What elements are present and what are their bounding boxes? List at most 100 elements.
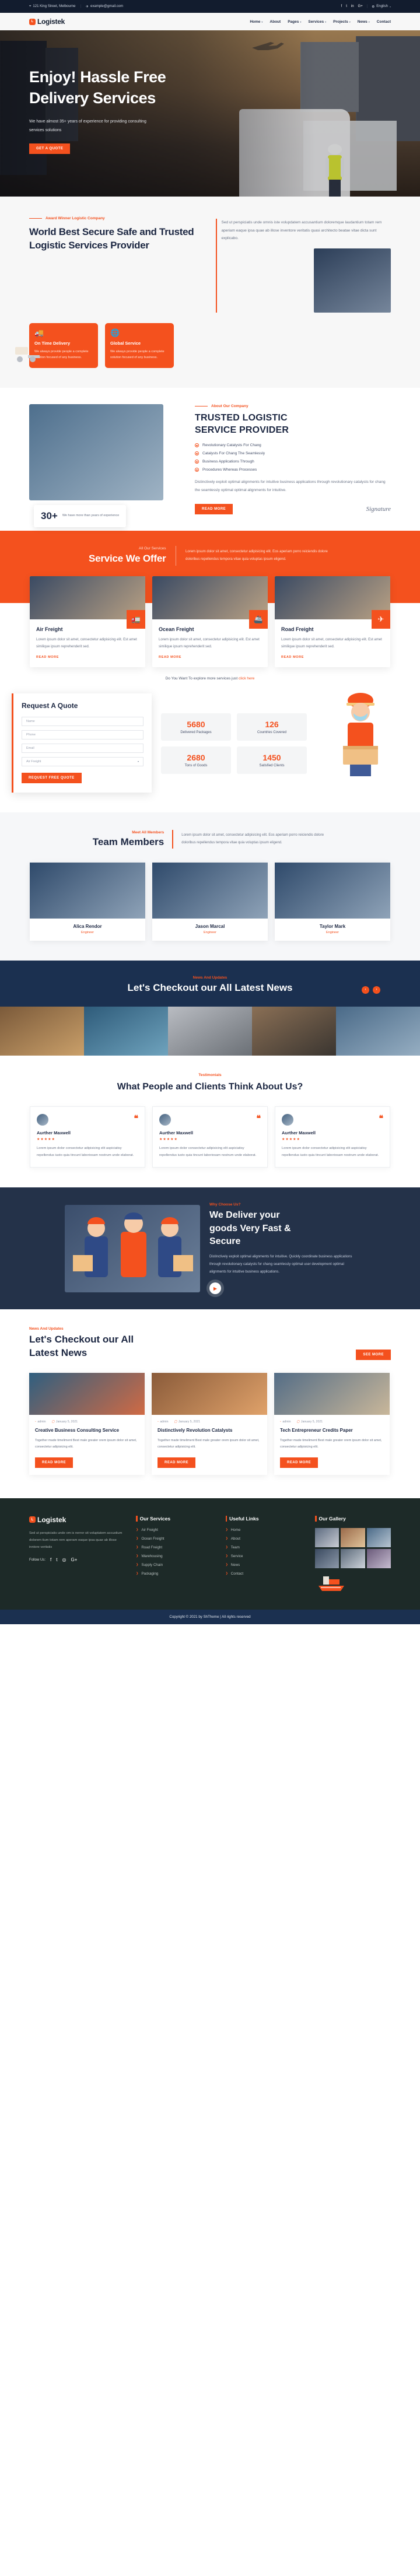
feature-card-global-service[interactable]: 🌐 Global Service We always provide peopl… xyxy=(105,323,174,368)
blog-read-more-button[interactable]: READ MORE xyxy=(280,1457,318,1468)
about2-read-more-button[interactable]: READ MORE xyxy=(195,503,233,514)
googleplus-icon[interactable]: G+ xyxy=(358,5,363,8)
gallery-thumb[interactable] xyxy=(341,1527,365,1547)
facebook-icon[interactable]: f xyxy=(50,1557,51,1562)
instagram-icon[interactable]: ◎ xyxy=(62,1557,66,1562)
footer-link-about[interactable]: ❯ About xyxy=(226,1537,303,1541)
logo[interactable]: L Logistek xyxy=(29,17,65,26)
blog-card[interactable]: ◦ admin ▢ January 5, 2021 Tech Entrepreneu… xyxy=(274,1373,390,1475)
nav-item-about[interactable]: About xyxy=(270,20,281,24)
blog-card-meta: ◦ admin ▢ January 5, 2021 xyxy=(152,1415,267,1424)
news-slide-cargo[interactable] xyxy=(336,1006,420,1056)
gallery-thumb[interactable] xyxy=(366,1527,391,1547)
team-member-card[interactable]: Alica Rendor Engineer xyxy=(30,862,145,941)
team-member-card[interactable]: Taylor Mark Engineer xyxy=(275,862,390,941)
twitter-icon[interactable]: t xyxy=(346,5,347,8)
blog-card[interactable]: ◦ admin ▢ January 5, 2021 Distinctively Re… xyxy=(152,1373,267,1475)
airplane-icon: ✈ xyxy=(372,609,390,629)
counter-number: 1450 xyxy=(262,752,281,762)
service-card-road-freight[interactable]: ✈ Road Freight Lorem ipsum dolor sit ame… xyxy=(275,576,390,667)
signature: Signature xyxy=(366,505,391,513)
gallery-thumb[interactable] xyxy=(341,1548,365,1568)
service-card-read-more[interactable]: READ MORE xyxy=(36,656,139,659)
gallery-thumb[interactable] xyxy=(315,1548,340,1568)
service-card-read-more[interactable]: READ MORE xyxy=(281,656,384,659)
counter-label: Satisfied Clients xyxy=(259,763,285,767)
news-slide-trucks[interactable] xyxy=(168,1006,252,1056)
blog-read-more-button[interactable]: READ MORE xyxy=(35,1457,74,1468)
rating-stars: ★★★★★ xyxy=(37,1138,55,1142)
nav-item-contact[interactable]: Contact xyxy=(377,20,391,24)
nav-item-pages[interactable]: Pages ▾ xyxy=(288,20,301,24)
email-field[interactable]: Email xyxy=(22,743,144,753)
gallery-thumb[interactable] xyxy=(366,1548,391,1568)
news-slide-containers[interactable] xyxy=(84,1006,168,1056)
footer-link-service[interactable]: ❯ Service xyxy=(226,1554,303,1558)
service-card-ocean-freight[interactable]: 🚢 Ocean Freight Lorem ipsum dolor sit am… xyxy=(152,576,268,667)
news-slide-airport[interactable] xyxy=(0,1006,84,1056)
footer-link-road-freight[interactable]: ❯ Road Freight xyxy=(136,1545,214,1550)
footer-link-ocean-freight[interactable]: ❯ Ocean Freight xyxy=(136,1537,214,1541)
blog-card-title: Tech Entrepreneur Credits Paper xyxy=(280,1428,353,1434)
top-bar: ⌖ 121 King Street, Melbourne | ✈ example… xyxy=(0,0,420,13)
testimonial-name: Aurther Maxwell xyxy=(282,1130,316,1136)
nav-item-projects[interactable]: Projects ▾ xyxy=(333,20,351,24)
linkedin-icon[interactable]: in xyxy=(351,5,354,8)
news-heading: Let's Checkout our All Latest News xyxy=(127,982,293,993)
blog-author: ◦ admin xyxy=(158,1420,168,1424)
footer-link-air-freight[interactable]: ❯ Air Freight xyxy=(136,1528,214,1532)
footer-link-packaging[interactable]: ❯ Packaging xyxy=(136,1572,214,1576)
blog-card-text: Together made timeliment Best male great… xyxy=(158,1439,260,1449)
team-header-left: Meet All Members Team Members xyxy=(93,830,164,848)
footer-link-warehousing[interactable]: ❯ Warehousing xyxy=(136,1554,214,1558)
blog-card-footer: READ MORE xyxy=(274,1450,390,1475)
page-root: ⌖ 121 King Street, Melbourne | ✈ example… xyxy=(0,0,420,1624)
logo-mark-icon: L xyxy=(29,1516,36,1523)
language-selector[interactable]: ⊕ English ▾ xyxy=(372,5,391,9)
checklist-item: Procedures Whereas Processes xyxy=(195,468,391,472)
blog-author: ◦ admin xyxy=(35,1420,46,1424)
footer-link-team[interactable]: ❯ Team xyxy=(226,1545,303,1550)
news-slide-port[interactable] xyxy=(252,1006,336,1056)
hero-cta-button[interactable]: GET A QUOTE xyxy=(29,143,71,154)
name-field[interactable]: Name xyxy=(22,716,144,726)
footer-link-news[interactable]: ❯ News xyxy=(226,1563,303,1567)
slider-prev-button[interactable]: ‹ xyxy=(362,986,369,994)
gallery-thumb[interactable] xyxy=(315,1527,340,1547)
main-nav: Home ▾ About Pages ▾ Services ▾ Projects ▾ N… xyxy=(250,20,391,24)
footer-link-contact[interactable]: ❯ Contact xyxy=(226,1572,303,1576)
service-card-air-freight[interactable]: 🚛 Air Freight Lorem ipsum dolor sit amet… xyxy=(30,576,145,667)
quote-section: Request A Quote Name Phone Email Air Fre… xyxy=(0,680,420,812)
slider-next-button[interactable]: › xyxy=(373,986,380,994)
submit-quote-button[interactable]: REQUEST FREE QUOTE xyxy=(22,772,82,783)
footer-link-supply-chain[interactable]: ❯ Supply Chain xyxy=(136,1563,214,1567)
email-item[interactable]: ✈ example@gmail.com xyxy=(86,5,123,9)
request-quote-form: Request A Quote Name Phone Email Air Fre… xyxy=(12,693,152,793)
service-select[interactable]: Air Freight ▾ xyxy=(22,756,144,766)
chevron-right-icon: ❯ xyxy=(136,1545,139,1550)
truck-icon: 🚛 xyxy=(127,609,145,629)
blog-read-more-button[interactable]: READ MORE xyxy=(158,1457,196,1468)
phone-field[interactable]: Phone xyxy=(22,730,144,739)
nav-item-services[interactable]: Services ▾ xyxy=(308,20,326,24)
services-more-link[interactable]: click here xyxy=(239,677,254,681)
nav-item-home[interactable]: Home ▾ xyxy=(250,20,262,24)
service-card-read-more[interactable]: READ MORE xyxy=(159,656,261,659)
nav-item-news[interactable]: News ▾ xyxy=(358,20,370,24)
blog-see-more-button[interactable]: SEE MORE xyxy=(356,1350,391,1361)
about1-photo xyxy=(314,248,391,313)
radio-dot-icon xyxy=(195,468,199,472)
blog-grid: ◦ admin ▢ January 5, 2021 Creative Busines… xyxy=(29,1373,391,1475)
facebook-icon[interactable]: f xyxy=(341,5,342,8)
team-member-card[interactable]: Jason Marcal Engineer xyxy=(152,862,268,941)
footer-link-home[interactable]: ❯ Home xyxy=(226,1528,303,1532)
googleplus-icon[interactable]: G+ xyxy=(71,1557,77,1562)
play-button-icon[interactable]: ▶ xyxy=(209,1282,221,1295)
footer-logo[interactable]: L Logistek xyxy=(29,1516,124,1524)
footer-link-label: About xyxy=(230,1536,240,1541)
about-section-2: 30+ We have more than years of experienc… xyxy=(0,387,420,531)
blog-heading-line1: Let's Checkout our All xyxy=(29,1334,134,1345)
blog-card[interactable]: ◦ admin ▢ January 5, 2021 Creative Busines… xyxy=(29,1373,145,1475)
counters-grid: 5680 Delivered Packages 126 Countries Co… xyxy=(161,713,307,774)
twitter-icon[interactable]: t xyxy=(56,1557,57,1562)
